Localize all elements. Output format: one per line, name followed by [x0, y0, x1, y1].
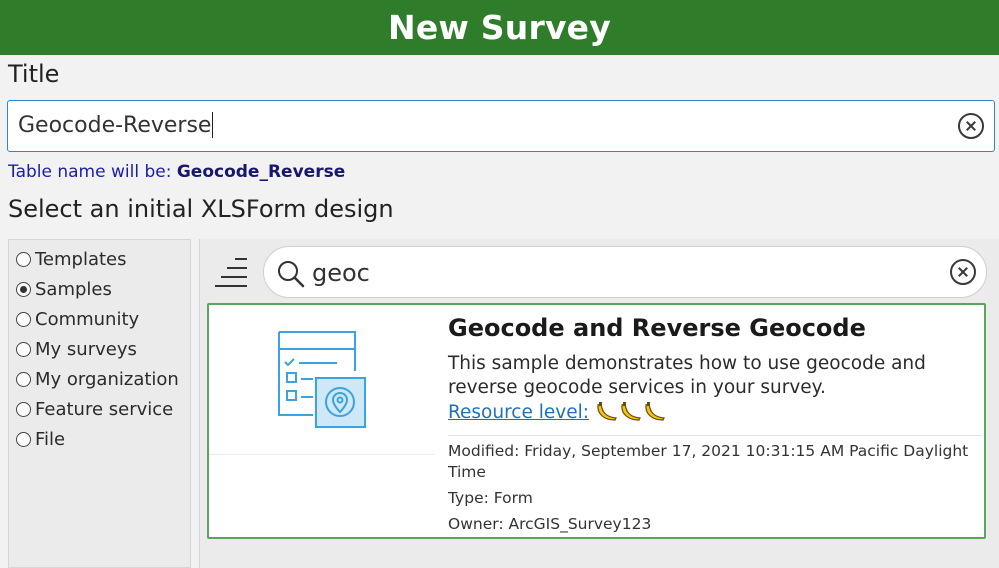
design-label: Select an initial XLSForm design: [8, 195, 394, 223]
clear-title-icon[interactable]: [958, 113, 984, 139]
result-title: Geocode and Reverse Geocode: [448, 314, 866, 342]
table-name-hint: Table name will be: Geocode_Reverse: [8, 162, 345, 182]
banana-icon: [597, 402, 617, 421]
source-my-organization[interactable]: My organization: [16, 366, 179, 392]
source-samples[interactable]: Samples: [16, 276, 112, 302]
title-input-value[interactable]: Geocode-Reverse: [18, 111, 214, 138]
source-label: My surveys: [35, 338, 137, 360]
text-cursor: [212, 111, 214, 138]
result-type: Type: Form: [448, 489, 533, 507]
radio-icon[interactable]: [16, 341, 31, 357]
source-label: Samples: [35, 278, 112, 300]
result-modified: Modified: Friday, September 17, 2021 10:…: [448, 442, 969, 481]
resource-level-link[interactable]: Resource level:: [448, 401, 667, 423]
title-label: Title: [8, 60, 60, 88]
source-label: My organization: [35, 368, 179, 390]
source-label: Community: [35, 308, 140, 330]
banana-icon: [645, 402, 665, 421]
search-value[interactable]: geoc: [312, 259, 370, 287]
radio-icon[interactable]: [16, 251, 31, 267]
search-icon: [278, 261, 305, 288]
sort-icon[interactable]: [215, 258, 247, 288]
radio-checked-icon[interactable]: [16, 281, 31, 297]
source-my-surveys[interactable]: My surveys: [16, 336, 137, 362]
radio-icon[interactable]: [16, 311, 31, 327]
clear-search-icon[interactable]: [950, 259, 976, 285]
sample-thumbnail: [209, 305, 435, 455]
radio-icon[interactable]: [16, 431, 31, 447]
result-description: This sample demonstrates how to use geoc…: [448, 353, 926, 398]
source-feature-service[interactable]: Feature service: [16, 396, 173, 422]
table-name-value: Geocode_Reverse: [176, 162, 346, 182]
resource-level-indicator: [595, 401, 667, 423]
table-name-prefix: Table name will be:: [8, 162, 177, 182]
survey-form-icon: [278, 331, 366, 428]
design-source-panel: Templates Samples Community My surveys M…: [8, 239, 191, 568]
banana-icon: [621, 402, 641, 421]
source-label: Templates: [35, 248, 127, 270]
result-card[interactable]: Geocode and Reverse Geocode This sample …: [207, 303, 986, 539]
title-input[interactable]: Geocode-Reverse: [7, 100, 995, 152]
source-file[interactable]: File: [16, 426, 65, 452]
source-community[interactable]: Community: [16, 306, 139, 332]
window-title-bar: New Survey: [0, 0, 999, 55]
source-label: File: [35, 428, 66, 450]
radio-icon[interactable]: [16, 401, 31, 417]
radio-icon[interactable]: [16, 371, 31, 387]
search-input[interactable]: geoc: [263, 246, 987, 298]
result-owner: Owner: ArcGIS_Survey123: [448, 515, 652, 533]
source-templates[interactable]: Templates: [16, 246, 127, 272]
source-label: Feature service: [35, 398, 174, 420]
resource-level-label[interactable]: Resource level:: [448, 402, 589, 423]
window-title: New Survey: [388, 8, 611, 47]
card-divider: [448, 435, 982, 436]
